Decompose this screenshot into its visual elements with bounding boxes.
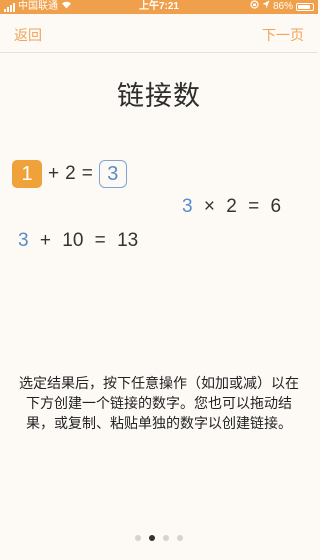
battery-icon — [296, 3, 314, 11]
equation-3: 3 + 10 = 13 — [18, 230, 138, 252]
next-page-button[interactable]: 下一页 — [262, 25, 304, 45]
result-number: 13 — [117, 230, 139, 251]
equation-2: 3 × 2 = 6 — [182, 196, 281, 218]
page-dot-active[interactable] — [149, 535, 155, 541]
battery-percent: 86% — [272, 1, 293, 12]
page-title: 链接数 — [117, 81, 201, 111]
linked-number[interactable]: 3 — [18, 230, 29, 251]
tutorial-screen: 中国联通 上午7:21 86% 返回 下一页 链接数 1 + 2 = 3 3 ×… — [0, 0, 318, 560]
location-icon — [262, 0, 270, 14]
selected-number[interactable]: 1 — [12, 160, 42, 188]
result-number[interactable]: 3 — [98, 160, 127, 188]
page-dot[interactable] — [163, 535, 169, 541]
equals-sign: = — [94, 230, 106, 251]
page-indicator[interactable] — [0, 535, 318, 541]
result-number: 6 — [270, 196, 282, 217]
operand: 10 — [62, 230, 84, 251]
back-button[interactable]: 返回 — [14, 25, 42, 45]
navigation-bar: 返回 下一页 — [0, 14, 318, 53]
equals-sign: = — [248, 196, 260, 217]
operator: + — [48, 163, 60, 184]
linked-number[interactable]: 3 — [182, 196, 193, 217]
status-bar: 中国联通 上午7:21 86% — [0, 0, 318, 14]
equals-sign: = — [81, 163, 93, 184]
operand: 2 — [65, 163, 76, 184]
rotation-lock-icon — [250, 0, 259, 14]
operator: + — [39, 230, 51, 251]
operator: × — [203, 196, 215, 217]
equation-1: 1 + 2 = 3 — [12, 159, 127, 189]
description-text: 选定结果后，按下任意操作（如加或减）以在下方创建一个链接的数字。您也可以拖动结果… — [19, 375, 299, 431]
operand: 2 — [226, 196, 237, 217]
page-dot[interactable] — [177, 535, 183, 541]
page-dot[interactable] — [135, 535, 141, 541]
